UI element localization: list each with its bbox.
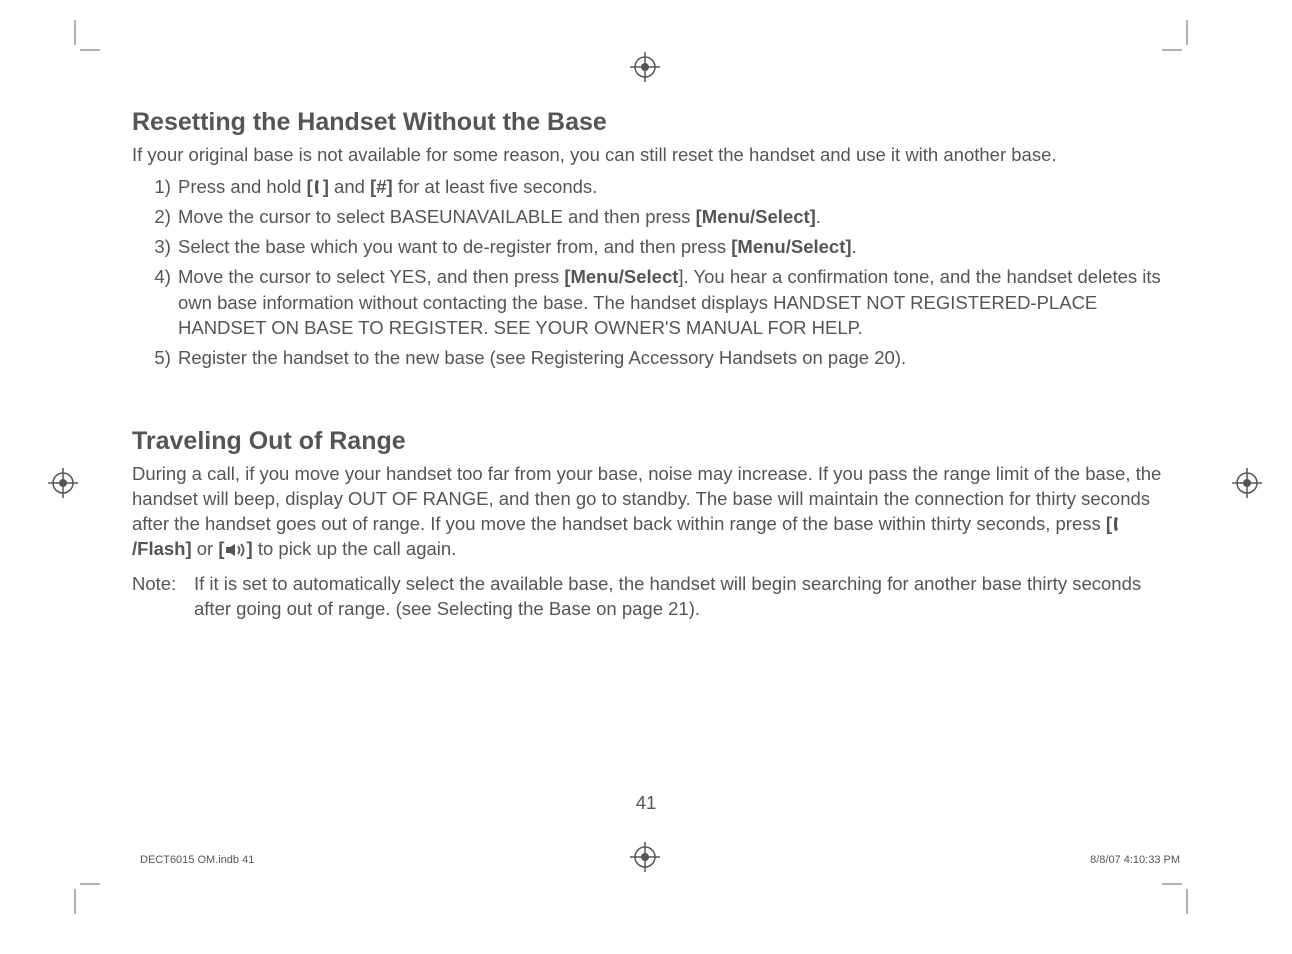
step2-c: . bbox=[816, 206, 821, 227]
step4-a: Move the cursor to select YES, and then … bbox=[178, 266, 564, 287]
menu-select-2: [Menu/Select] bbox=[731, 236, 851, 257]
step3-c: . bbox=[852, 236, 857, 257]
footer-right: 8/8/07 4:10:33 PM bbox=[1090, 854, 1180, 866]
note-body: If it is set to automatically select the… bbox=[194, 572, 1162, 622]
steps-list: Press and hold [] and [#] for at least f… bbox=[132, 174, 1162, 371]
page-content: Resetting the Handset Without the Base I… bbox=[132, 108, 1162, 622]
registration-mark-left bbox=[48, 468, 78, 498]
phone-icon bbox=[1112, 516, 1122, 532]
traveling-body: During a call, if you move your handset … bbox=[132, 462, 1162, 562]
heading-traveling: Traveling Out of Range bbox=[132, 427, 1162, 456]
body-a: During a call, if you move your handset … bbox=[132, 463, 1161, 534]
menu-select-3: [Menu/Select bbox=[564, 266, 678, 287]
page-number: 41 bbox=[0, 792, 1292, 814]
phone-icon bbox=[313, 179, 323, 195]
registration-mark-right bbox=[1232, 468, 1262, 498]
step-2: Move the cursor to select BASEUNAVAILABL… bbox=[176, 204, 1162, 230]
step1-b: and bbox=[329, 176, 370, 197]
step-1: Press and hold [] and [#] for at least f… bbox=[176, 174, 1162, 200]
step-3: Select the base which you want to de-reg… bbox=[176, 234, 1162, 260]
step2-a: Move the cursor to select BASEUNAVAILABL… bbox=[178, 206, 696, 227]
step1-c: for at least five seconds. bbox=[393, 176, 598, 197]
section-traveling: Traveling Out of Range During a call, if… bbox=[132, 427, 1162, 622]
step3-a: Select the base which you want to de-reg… bbox=[178, 236, 731, 257]
registration-mark-bottom bbox=[630, 842, 660, 872]
speaker-icon bbox=[225, 543, 247, 557]
step-4: Move the cursor to select YES, and then … bbox=[176, 264, 1162, 342]
body-b: or bbox=[192, 538, 219, 559]
heading-resetting: Resetting the Handset Without the Base bbox=[132, 108, 1162, 137]
intro-text: If your original base is not available f… bbox=[132, 143, 1162, 168]
registration-mark-top bbox=[630, 52, 660, 82]
menu-select-1: [Menu/Select] bbox=[696, 206, 816, 227]
hash-key: [#] bbox=[370, 176, 393, 197]
note-label: Note: bbox=[132, 572, 194, 622]
flash-label: /Flash] bbox=[132, 538, 192, 559]
crop-mark-tr bbox=[1162, 20, 1222, 80]
step1-a: Press and hold bbox=[178, 176, 307, 197]
crop-mark-bl bbox=[40, 854, 100, 914]
step-5: Register the handset to the new base (se… bbox=[176, 345, 1162, 371]
footer-left: DECT6015 OM.indb 41 bbox=[140, 854, 254, 866]
crop-mark-tl bbox=[40, 20, 100, 80]
note-row: Note: If it is set to automatically sele… bbox=[132, 572, 1162, 622]
body-c: to pick up the call again. bbox=[253, 538, 457, 559]
